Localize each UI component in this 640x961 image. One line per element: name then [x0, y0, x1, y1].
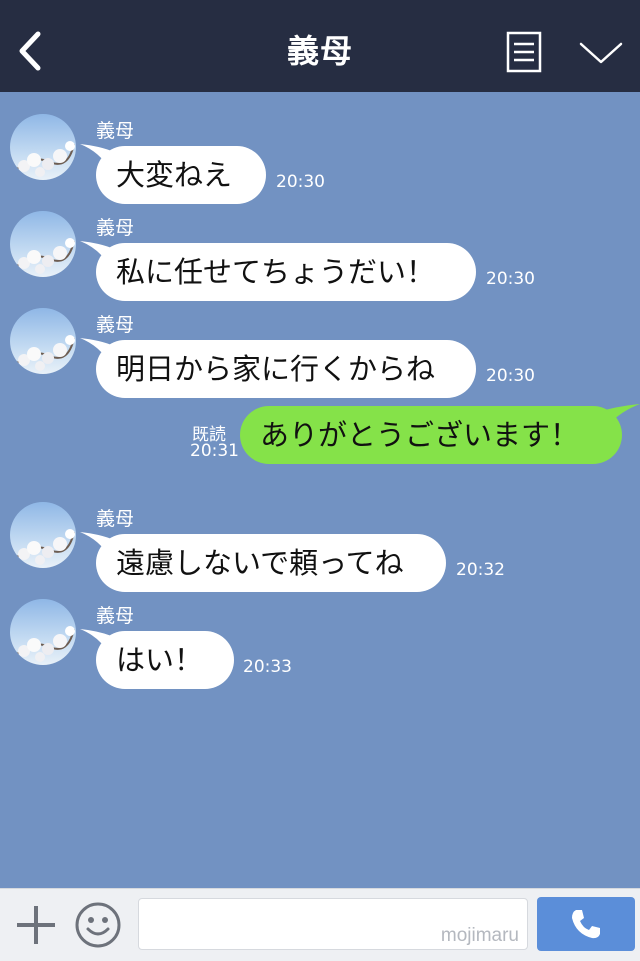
chat-area[interactable]: 義母 大変ねえ 20:30 義母 私に任せてちょうだい！ 20:30 義母 明日…: [0, 92, 640, 888]
cherry-blossom-photo: [10, 599, 76, 665]
sent-message-time: 20:31: [190, 441, 239, 461]
sender-name: 義母: [96, 217, 135, 239]
avatar[interactable]: [10, 114, 76, 180]
message-row: 義母 明日から家に行くからね 20:30: [0, 286, 640, 398]
sender-name: 義母: [96, 605, 135, 627]
phone-icon: [572, 910, 600, 939]
smiley-icon[interactable]: [74, 901, 122, 949]
message-time: 20:33: [243, 657, 292, 677]
avatar[interactable]: [10, 502, 76, 568]
message-input[interactable]: mojimaru: [138, 898, 528, 950]
message-bubble[interactable]: 明日から家に行くからね: [96, 340, 476, 398]
menu-list-icon[interactable]: [506, 31, 542, 73]
cherry-blossom-photo: [10, 308, 76, 374]
avatar[interactable]: [10, 599, 76, 665]
sender-name: 義母: [96, 508, 135, 530]
chat-header: 義母: [0, 0, 640, 92]
sent-message-bubble[interactable]: ありがとうございます！: [240, 406, 622, 464]
chat-title: 義母: [286, 32, 353, 70]
avatar[interactable]: [10, 308, 76, 374]
message-row: 義母 大変ねえ 20:30: [0, 92, 640, 204]
message-row: 義母 私に任せてちょうだい！ 20:30: [0, 189, 640, 301]
message-row: 義母 遠慮しないで頼ってね 20:32: [0, 480, 640, 592]
watermark: mojimaru: [440, 925, 519, 946]
sender-name: 義母: [96, 314, 135, 336]
sender-name: 義母: [96, 120, 135, 142]
cherry-blossom-photo: [10, 114, 76, 180]
chevron-down-icon[interactable]: [578, 38, 624, 68]
call-button[interactable]: [537, 897, 635, 951]
message-row: 義母 はい！ 20:33: [0, 577, 640, 689]
message-bubble[interactable]: はい！: [96, 631, 234, 689]
avatar[interactable]: [10, 211, 76, 277]
cherry-blossom-photo: [10, 502, 76, 568]
plus-icon[interactable]: [14, 903, 58, 947]
message-time: 20:30: [486, 366, 535, 386]
input-bar: mojimaru: [0, 888, 640, 961]
cherry-blossom-photo: [10, 211, 76, 277]
